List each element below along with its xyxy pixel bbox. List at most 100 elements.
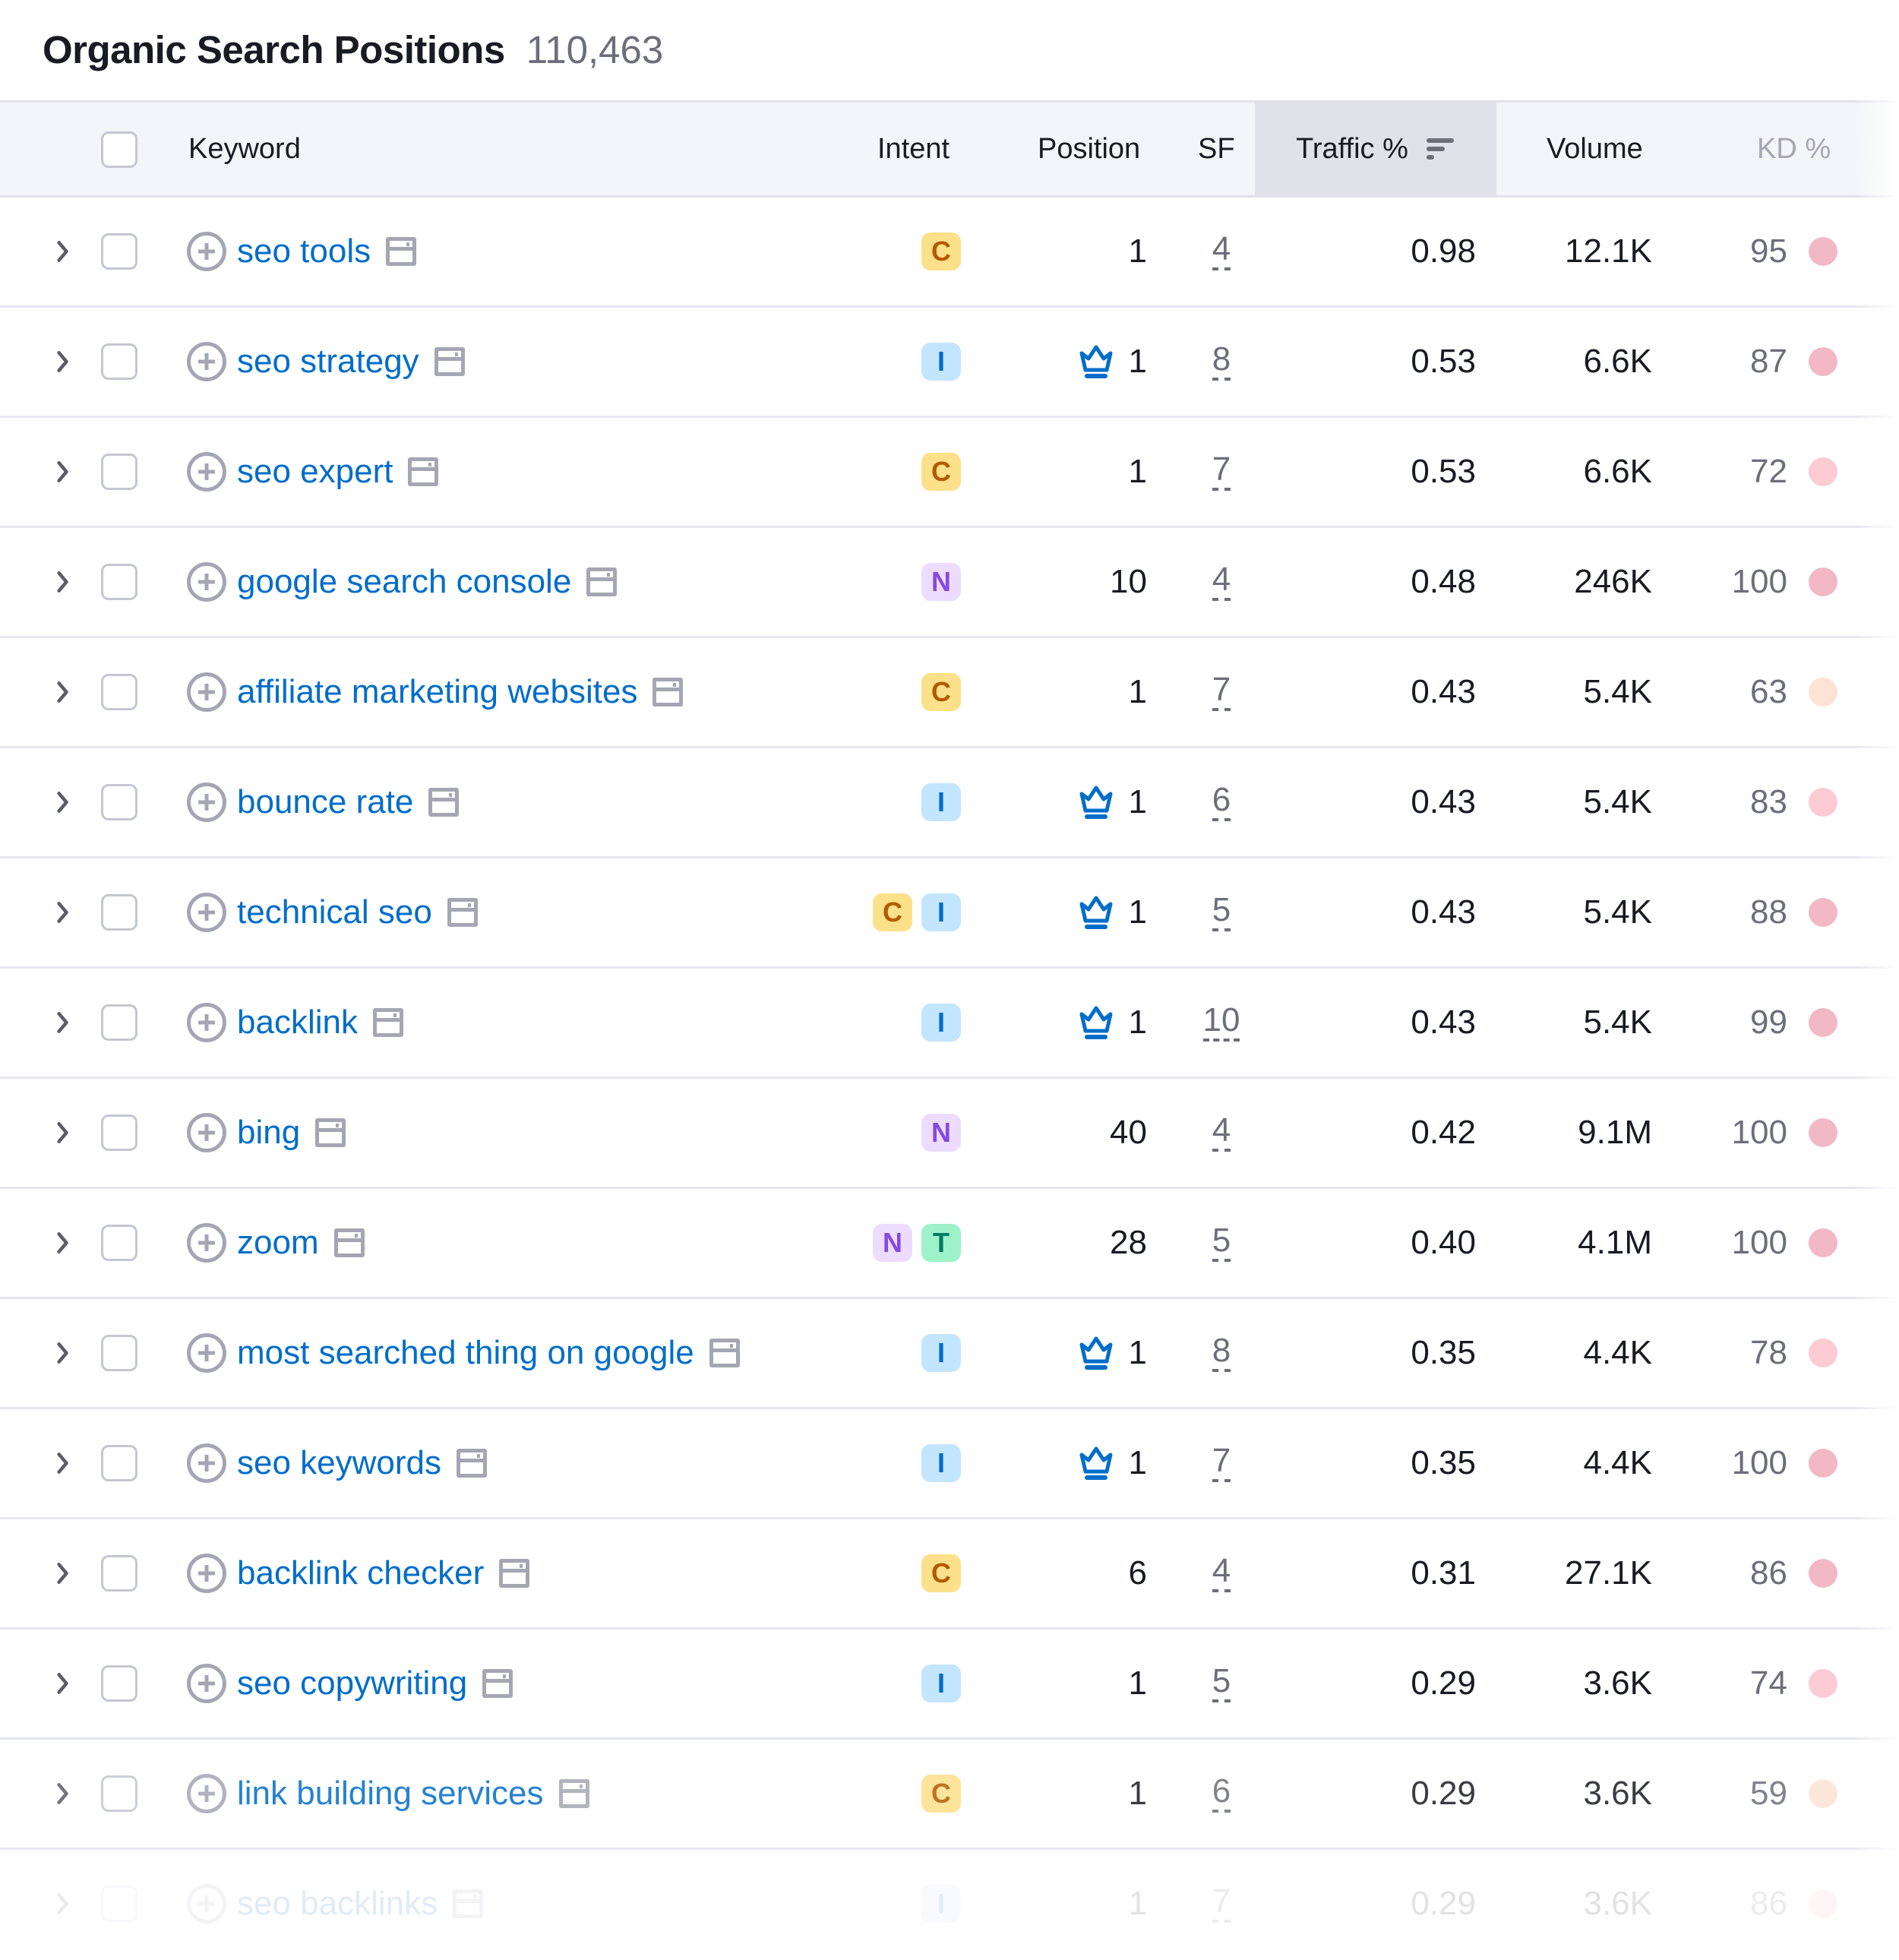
add-to-list-icon[interactable] xyxy=(187,452,226,492)
add-to-list-icon[interactable] xyxy=(187,1003,226,1042)
expand-row-button[interactable] xyxy=(50,418,76,526)
serp-features-count[interactable]: 4 xyxy=(1212,1554,1231,1592)
add-to-list-icon[interactable] xyxy=(187,672,226,712)
table-row[interactable]: google search console N 10 4 0.48 246K 1… xyxy=(0,528,1899,638)
row-checkbox[interactable] xyxy=(101,454,137,490)
expand-row-button[interactable] xyxy=(50,198,76,305)
serp-snapshot-icon[interactable] xyxy=(652,678,684,707)
serp-snapshot-icon[interactable] xyxy=(333,1228,365,1257)
serp-features-count[interactable]: 5 xyxy=(1212,1664,1231,1702)
keyword-link[interactable]: google search console xyxy=(237,563,571,601)
expand-row-button[interactable] xyxy=(50,1189,76,1297)
serp-features-count[interactable]: 8 xyxy=(1212,343,1231,381)
table-row[interactable]: seo strategy I 1 8 0.53 6.6K 87 xyxy=(0,308,1899,418)
serp-snapshot-icon[interactable] xyxy=(372,1008,403,1037)
row-checkbox[interactable] xyxy=(101,784,137,820)
serp-features-count[interactable]: 6 xyxy=(1212,1775,1231,1813)
serp-snapshot-icon[interactable] xyxy=(453,1889,484,1918)
keyword-link[interactable]: seo expert xyxy=(237,453,393,491)
table-row[interactable]: seo keywords I 1 7 0.35 4.4K 100 xyxy=(0,1409,1899,1519)
table-row[interactable]: seo tools C 1 4 0.98 12.1K 95 xyxy=(0,198,1899,308)
serp-features-count[interactable]: 7 xyxy=(1212,673,1231,711)
serp-features-count[interactable]: 8 xyxy=(1212,1334,1231,1372)
table-row[interactable]: seo expert C 1 7 0.53 6.6K 72 xyxy=(0,418,1899,528)
serp-snapshot-icon[interactable] xyxy=(457,1449,488,1478)
table-row[interactable]: seo backlinks I 1 7 0.29 3.6K 86 xyxy=(0,1850,1899,1960)
row-checkbox[interactable] xyxy=(101,1775,137,1812)
serp-snapshot-icon[interactable] xyxy=(428,788,460,817)
row-checkbox[interactable] xyxy=(101,894,137,931)
column-header-position[interactable]: Position xyxy=(1038,103,1140,195)
add-to-list-icon[interactable] xyxy=(187,1554,226,1593)
expand-row-button[interactable] xyxy=(50,1519,76,1627)
serp-snapshot-icon[interactable] xyxy=(499,1559,530,1588)
column-header-kd[interactable]: KD % xyxy=(1757,103,1831,195)
row-checkbox[interactable] xyxy=(101,1555,137,1592)
serp-snapshot-icon[interactable] xyxy=(447,898,478,927)
keyword-link[interactable]: link building services xyxy=(237,1775,544,1813)
serp-snapshot-icon[interactable] xyxy=(408,457,439,486)
expand-row-button[interactable] xyxy=(50,638,76,746)
serp-snapshot-icon[interactable] xyxy=(315,1118,346,1147)
keyword-link[interactable]: zoom xyxy=(237,1224,319,1262)
serp-features-count[interactable]: 5 xyxy=(1212,893,1231,931)
serp-features-count[interactable]: 10 xyxy=(1202,1004,1240,1042)
expand-row-button[interactable] xyxy=(50,1630,76,1737)
row-checkbox[interactable] xyxy=(101,1665,137,1702)
table-row[interactable]: bing N 40 4 0.42 9.1M 100 xyxy=(0,1079,1899,1189)
expand-row-button[interactable] xyxy=(50,1079,76,1187)
keyword-link[interactable]: seo copywriting xyxy=(237,1664,467,1702)
keyword-link[interactable]: backlink checker xyxy=(237,1554,484,1592)
add-to-list-icon[interactable] xyxy=(187,1774,226,1813)
add-to-list-icon[interactable] xyxy=(187,232,226,271)
expand-row-button[interactable] xyxy=(50,528,76,636)
add-to-list-icon[interactable] xyxy=(187,1113,226,1152)
row-checkbox[interactable] xyxy=(101,343,137,380)
serp-snapshot-icon[interactable] xyxy=(434,347,465,376)
expand-row-button[interactable] xyxy=(50,969,76,1076)
keyword-link[interactable]: backlink xyxy=(237,1004,358,1042)
keyword-link[interactable]: bing xyxy=(237,1114,300,1152)
column-header-keyword[interactable]: Keyword xyxy=(188,103,301,195)
serp-features-count[interactable]: 7 xyxy=(1212,453,1231,491)
row-checkbox[interactable] xyxy=(101,1225,137,1261)
column-header-volume[interactable]: Volume xyxy=(1547,103,1643,195)
keyword-link[interactable]: seo keywords xyxy=(237,1444,441,1482)
keyword-link[interactable]: most searched thing on google xyxy=(237,1334,694,1372)
serp-features-count[interactable]: 4 xyxy=(1212,1114,1231,1152)
keyword-link[interactable]: affiliate marketing websites xyxy=(237,673,637,711)
serp-features-count[interactable]: 6 xyxy=(1212,783,1231,821)
serp-features-count[interactable]: 4 xyxy=(1212,563,1231,601)
add-to-list-icon[interactable] xyxy=(187,893,226,932)
select-all-checkbox[interactable] xyxy=(101,131,137,168)
expand-row-button[interactable] xyxy=(50,308,76,416)
table-row[interactable]: zoom NT 28 5 0.40 4.1M 100 xyxy=(0,1189,1899,1299)
row-checkbox[interactable] xyxy=(101,1335,137,1371)
table-row[interactable]: backlink I 1 10 0.43 5.4K 99 xyxy=(0,969,1899,1079)
table-row[interactable]: bounce rate I 1 6 0.43 5.4K 83 xyxy=(0,748,1899,858)
row-checkbox[interactable] xyxy=(101,564,137,600)
keyword-link[interactable]: seo strategy xyxy=(237,343,419,381)
add-to-list-icon[interactable] xyxy=(187,1884,226,1924)
add-to-list-icon[interactable] xyxy=(187,342,226,381)
serp-snapshot-icon[interactable] xyxy=(709,1339,740,1367)
serp-features-count[interactable]: 7 xyxy=(1212,1444,1231,1482)
column-header-traffic[interactable]: Traffic % xyxy=(1255,103,1496,195)
row-checkbox[interactable] xyxy=(101,674,137,710)
row-checkbox[interactable] xyxy=(101,1445,137,1481)
serp-features-count[interactable]: 7 xyxy=(1212,1885,1231,1923)
add-to-list-icon[interactable] xyxy=(187,1223,226,1263)
keyword-link[interactable]: technical seo xyxy=(237,893,432,931)
add-to-list-icon[interactable] xyxy=(187,1333,226,1373)
serp-features-count[interactable]: 5 xyxy=(1212,1224,1231,1262)
row-checkbox[interactable] xyxy=(101,233,137,270)
add-to-list-icon[interactable] xyxy=(187,562,226,602)
column-header-sf[interactable]: SF xyxy=(1198,103,1235,195)
table-row[interactable]: technical seo CI 1 5 0.43 5.4K 88 xyxy=(0,858,1899,969)
add-to-list-icon[interactable] xyxy=(187,1664,226,1703)
keyword-link[interactable]: bounce rate xyxy=(237,783,413,821)
row-checkbox[interactable] xyxy=(101,1886,137,1922)
table-row[interactable]: link building services C 1 6 0.29 3.6K 5… xyxy=(0,1740,1899,1850)
column-header-intent[interactable]: Intent xyxy=(877,103,950,195)
expand-row-button[interactable] xyxy=(50,858,76,966)
